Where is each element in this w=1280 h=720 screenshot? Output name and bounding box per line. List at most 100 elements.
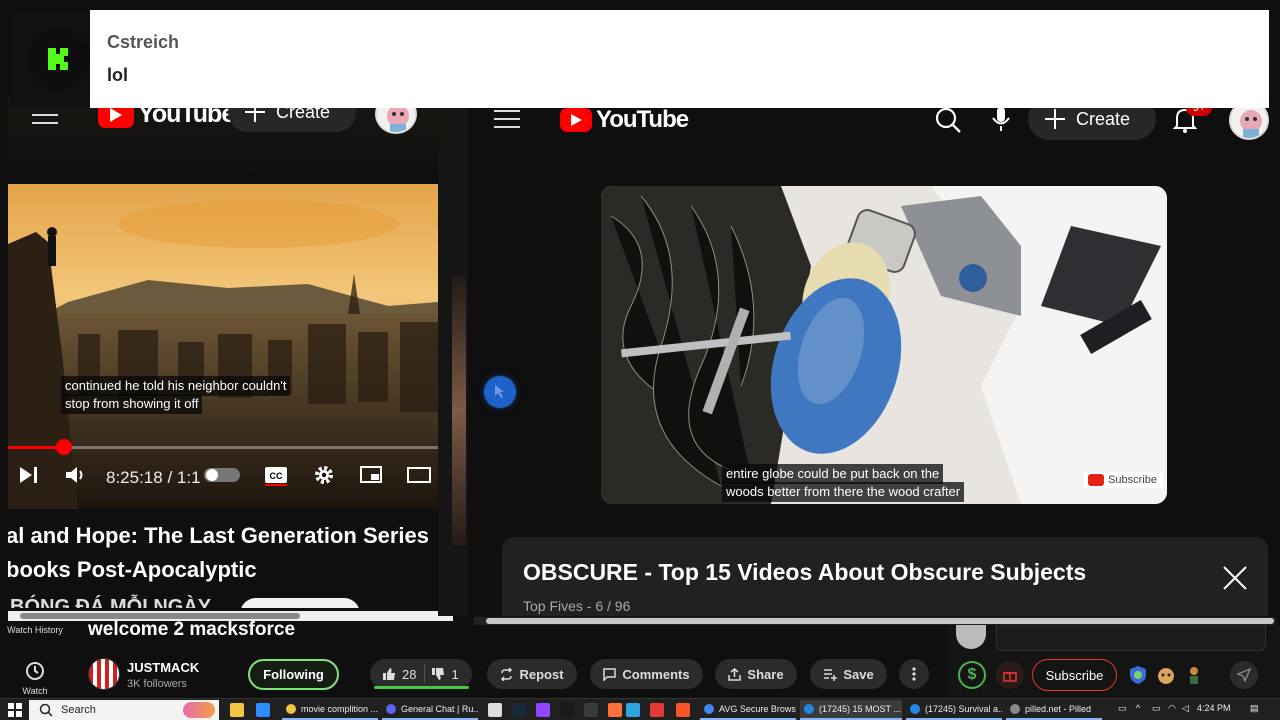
right-horizontal-scrollbar[interactable] <box>474 617 1276 625</box>
taskbar-app-4-icon <box>804 704 814 714</box>
microphone-icon[interactable] <box>990 105 1012 133</box>
watermark-subscribe-button[interactable]: Subscribe <box>1084 472 1163 488</box>
menu-icon[interactable] <box>32 106 58 124</box>
chat-notification-toast[interactable]: Cstreich lol <box>10 10 1269 108</box>
window-divider <box>438 96 468 616</box>
emote-face-icon[interactable] <box>1156 665 1176 685</box>
taskbar-app-3[interactable]: AVG Secure Brows... <box>700 700 796 720</box>
left-header: YouTube Create <box>8 96 438 176</box>
tray-volume-icon[interactable]: ◁ <box>1182 703 1189 714</box>
comments-label: Comments <box>622 666 690 682</box>
kick-logo-icon <box>28 28 90 90</box>
cursor-highlight <box>484 376 516 408</box>
app-icon-6[interactable] <box>560 703 574 717</box>
subscribe-pill-partial[interactable] <box>240 598 360 608</box>
taskbar-app-5-icon <box>910 704 920 714</box>
search-icon[interactable] <box>934 106 962 134</box>
app-icon-7[interactable] <box>584 703 598 717</box>
right-video-frame[interactable]: entire globe could be put back on the wo… <box>601 186 1167 504</box>
taskbar-clock[interactable]: 4:24 PM <box>1197 703 1231 713</box>
thumbs-down-icon <box>432 668 445 680</box>
taskbar-app-1[interactable]: movie complition ... <box>282 700 378 720</box>
youtube-mini-logo-icon <box>1088 474 1105 486</box>
create-label: Create <box>1076 108 1131 129</box>
store-icon[interactable] <box>256 703 270 717</box>
scrubber-handle[interactable] <box>55 439 72 455</box>
repost-label: Repost <box>519 666 564 682</box>
channel-name[interactable]: JUSTMACK <box>127 660 199 675</box>
firefox-icon[interactable] <box>608 703 622 717</box>
next-icon[interactable] <box>18 464 40 486</box>
chat-input-area: $ Subscribe <box>948 625 1280 707</box>
playlist-panel[interactable]: OBSCURE - Top 15 Videos About Obscure Su… <box>502 537 1268 616</box>
steam-icon[interactable] <box>512 703 526 717</box>
subscribe-button[interactable]: Subscribe <box>1032 659 1117 691</box>
app-icon-10[interactable] <box>650 703 664 717</box>
following-button[interactable]: Following <box>248 659 339 690</box>
taskbar-app-5-label: (17245) Survival a... <box>925 704 1002 714</box>
notification-center-icon[interactable]: ▤ <box>1250 703 1259 714</box>
telegram-icon[interactable] <box>626 703 640 717</box>
right-scrollbar-thumb[interactable] <box>486 618 1274 624</box>
taskbar-app-2[interactable]: General Chat | Ru... <box>382 700 478 720</box>
side-nav-watch-history[interactable]: Watch History <box>0 625 70 635</box>
start-windows-icon[interactable] <box>8 703 22 717</box>
save-label: Save <box>843 666 874 682</box>
side-nav-watch-history-label: Watch History <box>7 625 63 635</box>
comments-button[interactable]: Comments <box>590 659 703 689</box>
more-vertical-icon <box>912 667 916 681</box>
playlist-title[interactable]: OBSCURE - Top 15 Videos About Obscure Su… <box>523 559 1086 586</box>
taskbar-search[interactable]: Search <box>29 700 219 720</box>
shield-badge-icon[interactable] <box>1128 665 1148 685</box>
channel-name-partial[interactable]: BÓNG ĐÁ MỖI NGÀY <box>10 596 211 608</box>
tray-network-icon[interactable]: ▭ <box>1118 703 1127 714</box>
more-options-button[interactable] <box>899 659 929 689</box>
close-icon[interactable] <box>1222 565 1248 591</box>
menu-icon[interactable] <box>494 110 520 128</box>
channel-avatar[interactable] <box>88 658 120 690</box>
share-icon <box>728 667 742 681</box>
save-button[interactable]: Save <box>810 659 887 689</box>
dislike-button[interactable]: 1 <box>425 659 466 689</box>
youtube-logo[interactable]: YouTube <box>560 106 689 134</box>
tray-chevron-icon[interactable]: ^ <box>1136 703 1140 713</box>
app-icon-3[interactable] <box>488 703 502 717</box>
taskbar-app-6[interactable]: pilled.net - Pilled <box>1006 700 1102 720</box>
file-explorer-icon[interactable] <box>230 703 244 717</box>
share-button[interactable]: Share <box>715 659 797 689</box>
video-thumbnail-wood-lathe <box>601 186 1167 504</box>
twitch-icon[interactable] <box>536 703 550 717</box>
tray-wifi-icon[interactable]: ◠ <box>1168 703 1176 714</box>
tray-battery-icon[interactable]: ▭ <box>1152 703 1161 714</box>
volume-icon[interactable] <box>64 464 86 486</box>
comment-icon <box>603 667 617 681</box>
video-progress-bar[interactable] <box>8 446 438 449</box>
theater-mode-icon[interactable] <box>406 464 432 486</box>
taskbar-app-4[interactable]: (17245) 15 MOST ... <box>800 700 902 720</box>
taskbar-app-3-icon <box>704 704 714 714</box>
taskbar-app-5[interactable]: (17245) Survival a... <box>906 700 1002 720</box>
notification-message: lol <box>107 65 128 85</box>
miniplayer-icon[interactable] <box>359 464 383 486</box>
like-count: 28 <box>402 666 417 682</box>
like-button[interactable]: 28 <box>370 659 424 689</box>
gift-button[interactable] <box>996 661 1024 689</box>
youtube-play-icon <box>560 108 592 132</box>
emote-figure-icon[interactable] <box>1184 665 1204 685</box>
tip-dollar-icon[interactable]: $ <box>958 661 986 689</box>
windows-taskbar: Search movie complition ... General Chat… <box>0 698 1280 720</box>
captions-icon[interactable]: CC <box>264 464 288 486</box>
clock-icon[interactable] <box>25 661 45 681</box>
chat-input[interactable] <box>996 625 1266 651</box>
repost-button[interactable]: Repost <box>487 659 577 689</box>
autoplay-toggle[interactable] <box>204 468 240 482</box>
settings-gear-icon[interactable] <box>313 464 335 486</box>
side-nav-watch[interactable]: Watch <box>0 686 70 696</box>
autoplay-toggle-knob <box>206 469 218 481</box>
video-title-line-2: books Post-Apocalyptic <box>8 557 257 582</box>
caption-line-1: entire globe could be put back on the <box>722 464 944 484</box>
gift-icon <box>1003 672 1017 682</box>
send-button[interactable] <box>1230 661 1258 689</box>
brave-icon[interactable] <box>676 703 690 717</box>
notification-sender: Cstreich <box>107 32 180 52</box>
